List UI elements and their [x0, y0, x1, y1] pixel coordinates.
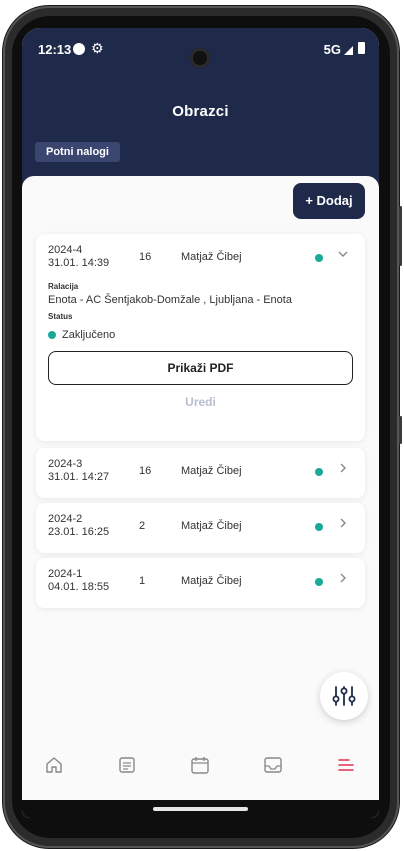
chevron-right-icon[interactable] [337, 517, 349, 532]
battery-icon [358, 42, 365, 54]
app-screen: 12:13 ⚙ 5G Obrazci Potni nalogi + Dodaj … [22, 28, 379, 818]
bottom-nav [22, 728, 379, 778]
status-dot [48, 331, 56, 339]
status-dot [315, 254, 323, 262]
record-person: Matjaž Čibej [181, 520, 242, 532]
status-bar: 12:13 ⚙ 5G [22, 38, 379, 68]
record-person: Matjaž Čibej [181, 251, 242, 263]
record-count: 2 [139, 520, 146, 532]
record-person: Matjaž Čibej [181, 465, 242, 477]
record-datetime: 04.01. 18:55 [48, 581, 110, 593]
record-datetime: 31.01. 14:27 [48, 471, 110, 483]
record-id-block: 2024-4 31.01. 14:39 [48, 244, 109, 270]
record-id-block: 2024-1 04.01. 18:55 [48, 568, 109, 594]
status-line: Zaključeno [48, 329, 353, 341]
record-row[interactable]: 2024-4 31.01. 14:39 16 Matjaž Čibej [36, 234, 365, 286]
record-card[interactable]: 2024-1 04.01. 18:55 1 Matjaž Čibej [36, 558, 365, 608]
record-datetime: 23.01. 16:25 [48, 526, 110, 538]
app-header: 12:13 ⚙ 5G Obrazci Potni nalogi [22, 28, 379, 188]
record-card[interactable]: 2024-2 23.01. 16:25 2 Matjaž Čibej [36, 503, 365, 553]
record-datetime: 31.01. 14:39 [48, 257, 110, 269]
form-icon[interactable] [116, 754, 140, 778]
home-indicator[interactable] [153, 807, 248, 811]
menu-icon[interactable] [335, 754, 359, 778]
status-dot [315, 468, 323, 476]
show-pdf-button[interactable]: Prikaži PDF [48, 351, 353, 385]
edit-button[interactable]: Uredi [48, 395, 353, 417]
content-panel: + Dodaj 2024-4 31.01. 14:39 16 Matjaž Či… [22, 176, 379, 818]
notification-dot-icon [73, 43, 85, 55]
status-value: Zaključeno [62, 329, 116, 341]
status-time: 12:13 [38, 42, 72, 57]
chevron-right-icon[interactable] [337, 462, 349, 477]
filter-sliders-icon [332, 686, 356, 706]
record-card-expanded: 2024-4 31.01. 14:39 16 Matjaž Čibej Rala… [36, 234, 365, 441]
record-id: 2024-3 [48, 458, 83, 470]
front-camera [190, 48, 210, 68]
volume-button [399, 206, 402, 266]
signal-icon [344, 46, 353, 55]
record-id: 2024-4 [48, 244, 83, 256]
record-row[interactable]: 2024-1 04.01. 18:55 1 Matjaž Čibej [36, 558, 365, 610]
record-id: 2024-2 [48, 513, 83, 525]
record-row[interactable]: 2024-2 23.01. 16:25 2 Matjaž Čibej [36, 503, 365, 555]
status-dot [315, 523, 323, 531]
tab-potni-nalogi[interactable]: Potni nalogi [35, 142, 120, 162]
add-button[interactable]: + Dodaj [293, 183, 365, 219]
settings-icon: ⚙ [91, 40, 104, 56]
record-count: 1 [139, 575, 146, 587]
inbox-icon[interactable] [262, 754, 286, 778]
record-detail: Ralacija Enota - AC Šentjakob-Domžale , … [36, 282, 365, 417]
status-dot [315, 578, 323, 586]
record-id-block: 2024-3 31.01. 14:27 [48, 458, 109, 484]
record-row[interactable]: 2024-3 31.01. 14:27 16 Matjaž Čibej [36, 448, 365, 500]
status-label: Status [48, 312, 73, 321]
record-id: 2024-1 [48, 568, 83, 580]
page-title: Obrazci [172, 103, 229, 120]
record-count: 16 [139, 251, 152, 263]
filter-button[interactable] [320, 672, 368, 720]
power-button [399, 416, 402, 444]
record-count: 16 [139, 465, 152, 477]
record-card[interactable]: 2024-3 31.01. 14:27 16 Matjaž Čibej [36, 448, 365, 498]
chevron-down-icon[interactable] [337, 248, 349, 263]
network-label: 5G [323, 42, 341, 57]
chevron-right-icon[interactable] [337, 572, 349, 587]
record-person: Matjaž Čibej [181, 575, 242, 587]
home-icon[interactable] [43, 754, 67, 778]
relation-value: Enota - AC Šentjakob-Domžale , Ljubljana… [48, 294, 292, 306]
record-id-block: 2024-2 23.01. 16:25 [48, 513, 109, 539]
calendar-icon[interactable] [189, 754, 213, 778]
